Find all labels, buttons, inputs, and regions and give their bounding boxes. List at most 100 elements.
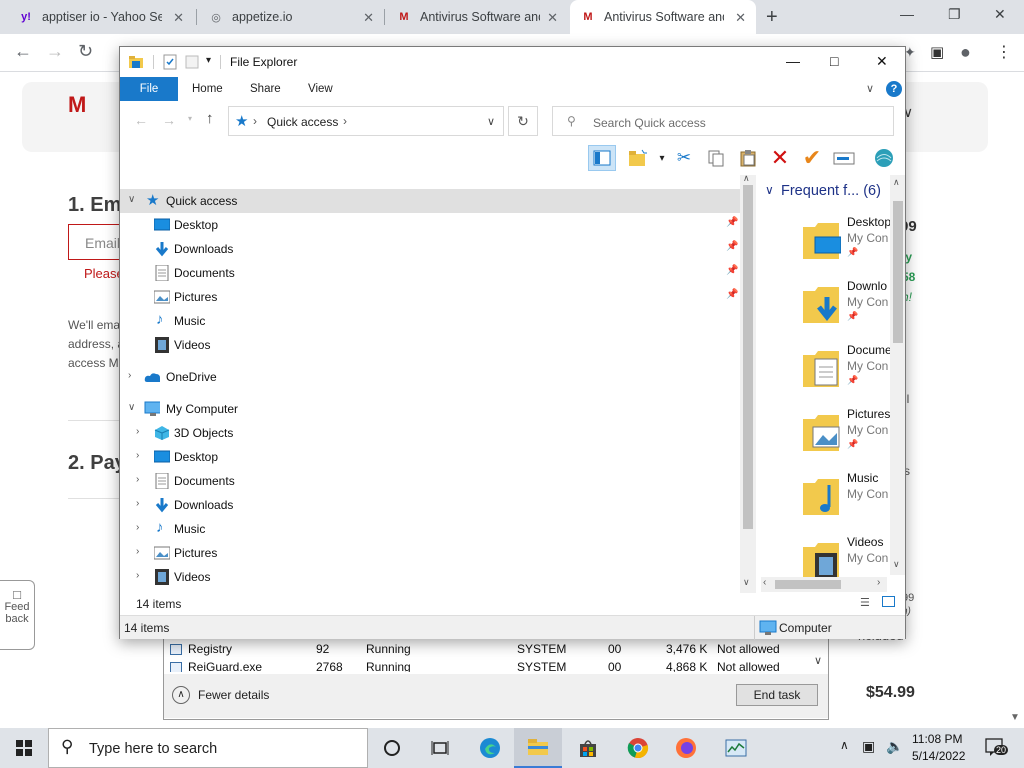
scroll-down-icon[interactable]: ∨ (893, 559, 900, 570)
quick-access-toolbar-dropdown-icon[interactable]: ▾ (206, 55, 211, 66)
nav-item-my-computer[interactable]: ∨ My Computer (120, 397, 740, 421)
task-manager-taskbar-button[interactable] (712, 728, 760, 768)
shell-button[interactable] (872, 147, 896, 169)
chevron-right-icon[interactable]: › (136, 570, 139, 581)
scrollbar-thumb[interactable] (775, 580, 841, 589)
chevron-right-icon[interactable]: › (136, 450, 139, 461)
content-horizontal-scrollbar[interactable]: ‹ › (761, 577, 887, 592)
browser-restore-button[interactable]: ❐ (948, 6, 961, 23)
new-tab-button[interactable]: + (766, 6, 778, 29)
end-task-button[interactable]: End task (736, 684, 818, 706)
tab-mcafee-2[interactable]: M Antivirus Software and ✕ (570, 0, 756, 34)
new-folder-icon[interactable] (184, 54, 200, 70)
pin-icon[interactable]: 📌 (847, 247, 858, 258)
chrome-button[interactable] (614, 728, 662, 768)
navigation-pane-button[interactable] (588, 145, 616, 171)
back-arrow-icon[interactable]: ← (134, 112, 148, 128)
breadcrumb-chevron-icon[interactable]: › (253, 114, 257, 128)
checkmark-icon[interactable]: ✔ (800, 145, 824, 170)
nav-item-onedrive[interactable]: › OneDrive (120, 365, 740, 389)
search-input[interactable]: ⚲ Search Quick access (552, 106, 894, 136)
pin-icon[interactable]: 📌 (847, 375, 858, 386)
new-folder-button[interactable] (626, 147, 650, 169)
breadcrumb-chevron-icon[interactable]: › (343, 114, 347, 128)
minimize-button[interactable]: — (786, 53, 800, 69)
nav-item-3d-objects[interactable]: › 3D Objects (120, 421, 740, 445)
nav-item-quick-access[interactable]: ∨ ★ Quick access (120, 189, 740, 213)
tab-home[interactable]: Home (192, 83, 223, 95)
tab-mcafee-1[interactable]: M Antivirus Software and ✕ (386, 0, 568, 34)
mcafee-logo[interactable]: M (68, 92, 86, 118)
cut-icon[interactable]: ✂ (672, 147, 696, 169)
sidebar-icon[interactable]: ▣ (930, 43, 944, 61)
chevron-down-icon[interactable]: ∨ (128, 194, 135, 205)
tab-appetize[interactable]: ◎ appetize.io ✕ (198, 0, 384, 34)
chevron-down-icon[interactable]: ∨ (814, 654, 822, 667)
scrollbar-thumb[interactable] (743, 185, 753, 529)
clock-time[interactable]: 11:08 PM (912, 732, 962, 746)
nav-item-pc-music[interactable]: › ♪ Music (120, 517, 740, 541)
nav-item-pc-pictures[interactable]: › Pictures (120, 541, 740, 565)
nav-item-downloads[interactable]: Downloads 📌 (120, 237, 740, 261)
nav-item-documents[interactable]: Documents 📌 (120, 261, 740, 285)
tab-close-icon[interactable]: ✕ (173, 10, 184, 26)
close-button[interactable]: ✕ (876, 53, 888, 70)
start-button[interactable] (0, 728, 48, 768)
nav-item-pc-downloads[interactable]: › Downloads (120, 493, 740, 517)
table-row[interactable]: ReiGuard.exe 2768 Running SYSTEM 00 4,86… (164, 658, 830, 672)
paste-button[interactable] (736, 147, 760, 169)
breadcrumb[interactable]: Quick access (267, 115, 338, 129)
scroll-up-icon[interactable]: ∧ (893, 177, 900, 188)
fewer-details-link[interactable]: Fewer details (198, 688, 269, 702)
tab-file[interactable]: File (120, 77, 178, 101)
pin-icon[interactable]: 📌 (847, 311, 858, 322)
tab-close-icon[interactable]: ✕ (735, 10, 746, 26)
large-icons-view-icon[interactable] (882, 596, 895, 607)
tab-close-icon[interactable]: ✕ (363, 10, 374, 26)
tab-close-icon[interactable]: ✕ (547, 10, 558, 26)
pin-icon[interactable]: 📌 (847, 439, 858, 450)
copy-button[interactable] (704, 147, 728, 169)
nav-item-pc-desktop[interactable]: › Desktop (120, 445, 740, 469)
properties-icon[interactable] (162, 54, 178, 70)
file-explorer-taskbar-button[interactable] (514, 728, 562, 768)
tab-share[interactable]: Share (250, 83, 281, 95)
show-hidden-icons-chevron-icon[interactable]: ∧ (840, 738, 849, 752)
maximize-button[interactable]: □ (830, 53, 838, 69)
feedback-button[interactable]: □ Feed back (0, 580, 35, 650)
delete-icon[interactable]: ✕ (768, 145, 792, 170)
scroll-down-icon[interactable]: ∨ (743, 577, 750, 588)
network-icon[interactable]: ▣ (862, 738, 875, 755)
tab-view[interactable]: View (308, 83, 333, 95)
chevron-up-icon[interactable]: ∧ (172, 686, 190, 704)
table-row[interactable]: Registry 92 Running SYSTEM 00 3,476 K No… (164, 640, 830, 658)
scrollbar-thumb[interactable] (893, 201, 903, 343)
back-button[interactable]: ← (14, 41, 32, 62)
details-view-icon[interactable]: ☰ (860, 596, 870, 609)
recent-locations-icon[interactable]: ▾ (188, 114, 192, 123)
address-bar[interactable]: ★ › Quick access › ∨ (228, 106, 504, 136)
scroll-down-icon[interactable]: ▼ (1010, 712, 1020, 723)
edge-button[interactable] (466, 728, 514, 768)
tab-yahoo[interactable]: y! apptiser io - Yahoo Sea ✕ (8, 0, 194, 34)
clock-date[interactable]: 5/14/2022 (912, 749, 965, 763)
pin-icon[interactable]: 📌 (726, 217, 738, 228)
nav-item-desktop[interactable]: Desktop 📌 (120, 213, 740, 237)
chevron-down-icon[interactable]: ∨ (128, 402, 135, 413)
cortana-button[interactable] (368, 728, 416, 768)
up-arrow-icon[interactable]: ↑ (206, 110, 214, 127)
task-view-button[interactable] (416, 728, 464, 768)
nav-item-videos[interactable]: Videos (120, 333, 740, 357)
browser-close-button[interactable]: ✕ (994, 6, 1006, 23)
volume-icon[interactable]: 🔈 (886, 738, 903, 755)
scroll-left-icon[interactable]: ‹ (763, 577, 766, 588)
reload-button[interactable]: ↻ (78, 41, 93, 62)
chevron-right-icon[interactable]: › (136, 426, 139, 437)
forward-arrow-icon[interactable]: → (162, 112, 176, 128)
refresh-button[interactable]: ↻ (508, 106, 538, 136)
scroll-right-icon[interactable]: › (877, 577, 880, 588)
browser-menu-icon[interactable]: ⋮ (996, 42, 1012, 62)
pin-icon[interactable]: 📌 (726, 265, 738, 276)
chevron-right-icon[interactable]: › (128, 370, 131, 381)
chevron-right-icon[interactable]: › (136, 522, 139, 533)
